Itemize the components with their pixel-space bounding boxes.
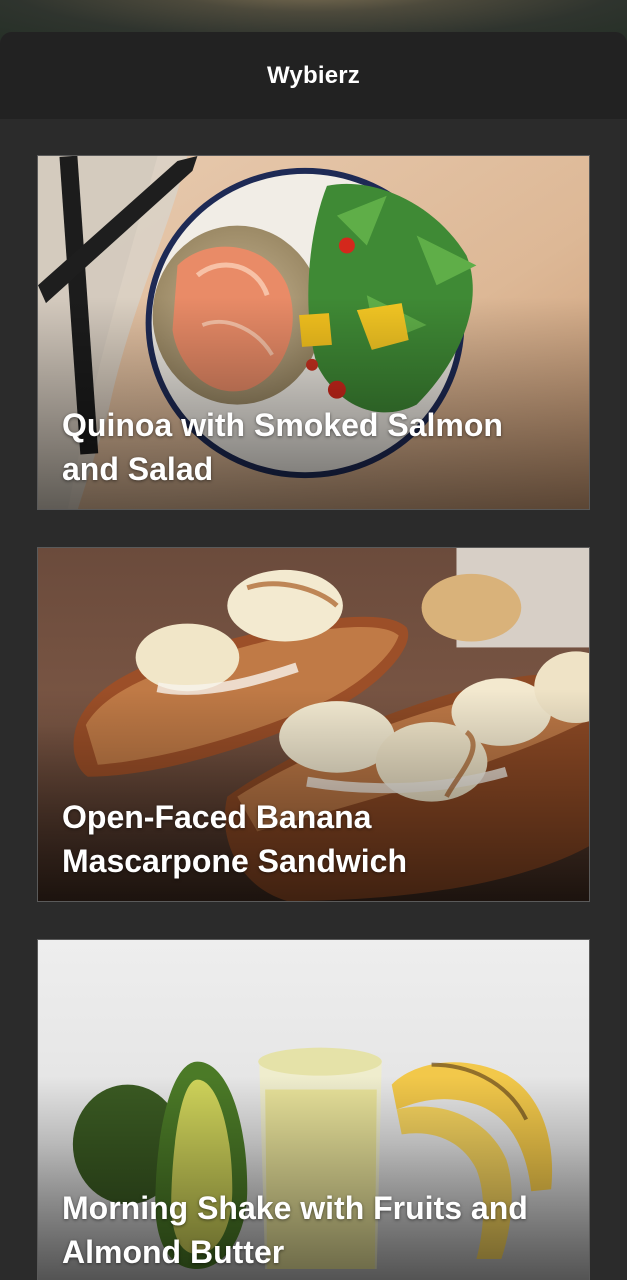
recipe-title: Open-Faced Banana Mascarpone Sandwich [62,799,407,879]
sheet-header: Wybierz [0,32,627,119]
sheet-title: Wybierz [267,61,360,89]
recipe-card-morning-shake[interactable]: Morning Shake with Fruits and Almond But… [37,939,590,1280]
bottom-sheet: Wybierz Quinoa with Smoked Salmon and Sa… [0,32,627,1280]
recipe-card-quinoa-salmon[interactable]: Quinoa with Smoked Salmon and Salad [37,155,590,510]
recipe-title: Quinoa with Smoked Salmon and Salad [62,407,503,487]
recipe-list[interactable]: Quinoa with Smoked Salmon and Salad Open… [0,119,627,1280]
recipe-card-banana-sandwich[interactable]: Open-Faced Banana Mascarpone Sandwich [37,547,590,902]
recipe-title: Morning Shake with Fruits and Almond But… [62,1190,528,1270]
